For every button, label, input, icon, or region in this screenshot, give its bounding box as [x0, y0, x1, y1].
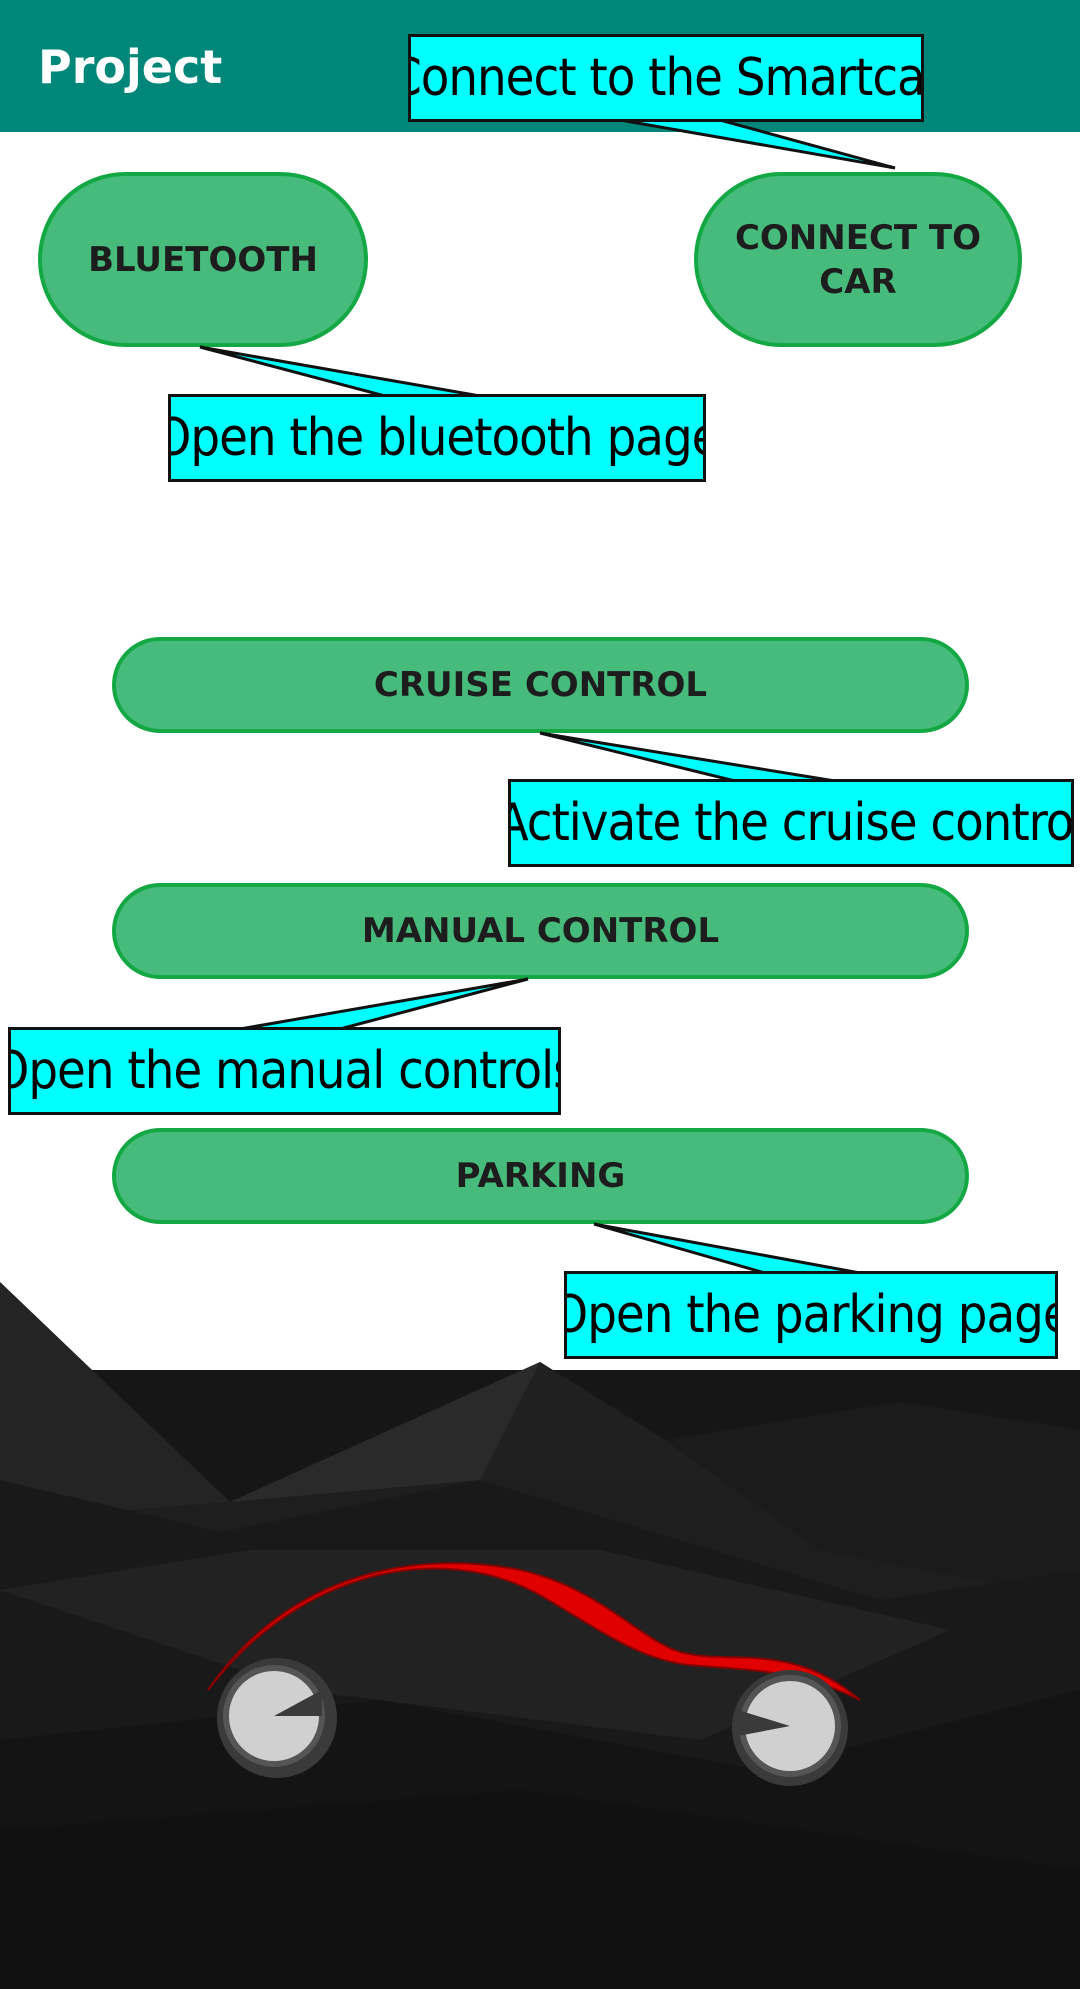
- callout-manual: Open the manual controls: [8, 1027, 561, 1115]
- callout-pointer-cruise: [539, 731, 836, 783]
- callout-connect: Connect to the Smartcar: [408, 34, 924, 122]
- callout-pointer-connect: [619, 118, 896, 170]
- callout-pointer-manual: [239, 977, 529, 1031]
- callout-pointer-bluetooth: [199, 345, 481, 398]
- callout-pointer-parking: [593, 1222, 861, 1275]
- mountain-background-icon: [0, 1282, 1080, 1989]
- callout-bluetooth: Open the bluetooth page: [168, 394, 706, 482]
- callout-cruise: Activate the cruise control: [508, 779, 1074, 867]
